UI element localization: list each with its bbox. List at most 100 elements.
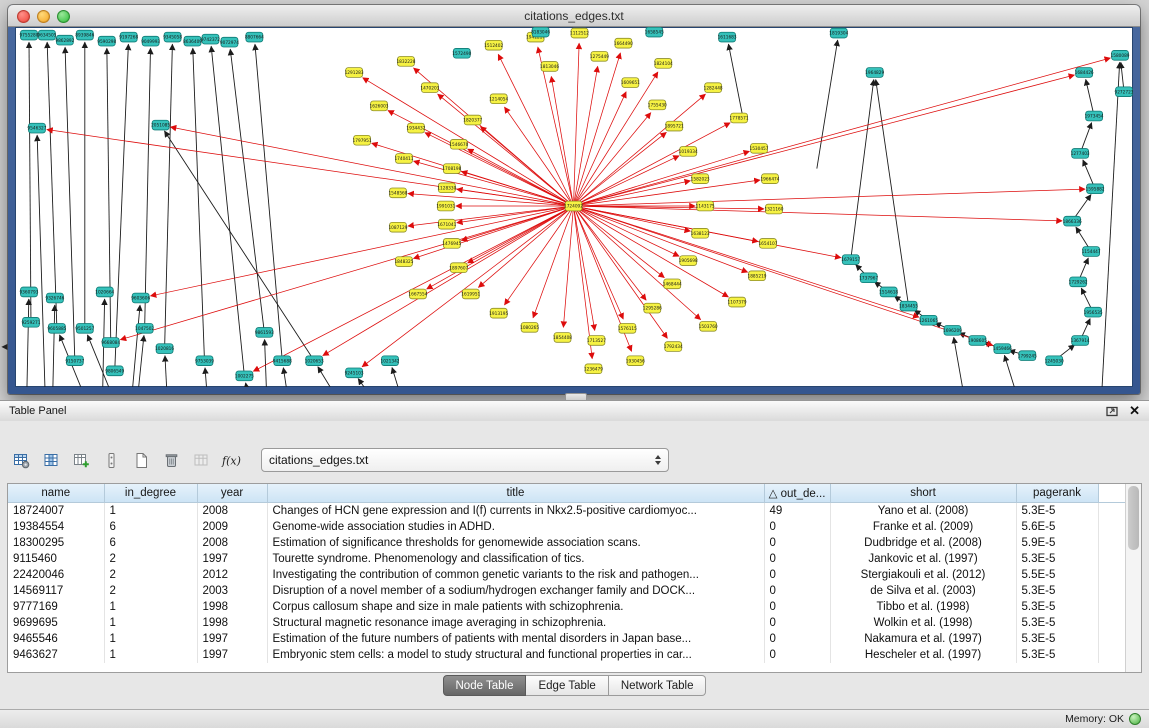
graph-node[interactable]: 1476945 (442, 239, 461, 249)
graph-node[interactable]: 1143175 (696, 201, 715, 211)
table-row[interactable]: 2242004622012Investigating the contribut… (8, 567, 1128, 583)
network-canvas[interactable]: 1724092181304612754491609651175543018957… (15, 27, 1133, 387)
graph-node[interactable]: 1684426 (1075, 68, 1094, 78)
graph-node[interactable]: 9742372 (201, 34, 220, 44)
graph-node[interactable]: 1459466 (993, 344, 1012, 354)
graph-node[interactable]: 1047502 (135, 323, 154, 333)
graph-node[interactable]: 1291283 (345, 68, 364, 78)
table-row[interactable]: 969969511998Structural magnetic resonanc… (8, 615, 1128, 631)
graph-node[interactable]: 1020653 (305, 356, 324, 366)
graph-node[interactable]: 9603606 (131, 293, 150, 303)
tab-node-table[interactable]: Node Table (443, 675, 527, 696)
graph-node[interactable]: 9415688 (273, 356, 292, 366)
column-header-6[interactable]: pagerank (1016, 484, 1098, 503)
graph-node[interactable]: 1824104 (654, 59, 673, 69)
vertical-scrollbar[interactable] (1125, 484, 1141, 672)
graph-node[interactable]: 1729262 (1069, 277, 1088, 287)
graph-node[interactable]: 1737967 (859, 273, 878, 283)
graph-node[interactable]: 1797951 (353, 135, 372, 145)
close-button[interactable] (17, 10, 30, 23)
table-row[interactable]: 911546021997Tourette syndrome. Phenomeno… (8, 551, 1128, 567)
graph-node[interactable]: 1512402 (484, 40, 503, 50)
graph-node[interactable]: 1792434 (664, 342, 683, 352)
graph-node[interactable]: 1087129 (388, 222, 407, 232)
graph-node[interactable]: 1020664 (95, 287, 114, 297)
table-row[interactable]: 1872400712008Changes of HCN gene express… (8, 503, 1128, 520)
graph-node[interactable]: 9861593 (255, 328, 274, 338)
graph-node[interactable]: 1572490 (452, 48, 471, 58)
graph-node[interactable]: 1638123 (691, 228, 710, 238)
graph-node[interactable]: 9049993 (141, 36, 160, 46)
column-visibility-icon[interactable] (38, 447, 65, 474)
graph-node[interactable]: 1468444 (663, 279, 682, 289)
graph-node[interactable]: 1619951 (461, 289, 480, 299)
table-row[interactable]: 1830029562008Estimation of significance … (8, 535, 1128, 551)
graph-node[interactable]: 1740411 (394, 154, 413, 164)
graph-node[interactable]: 1708198 (442, 164, 461, 174)
graph-node[interactable]: 1611683 (718, 32, 737, 42)
graph-node[interactable]: 1261065 (919, 315, 938, 325)
graph-node[interactable]: 1214054 (489, 94, 508, 104)
graph-node[interactable]: 1930456 (626, 356, 645, 366)
graph-node[interactable]: 1964829 (865, 68, 884, 78)
graph-node[interactable]: 1866336 (1063, 216, 1082, 226)
graph-node[interactable]: 8807664 (245, 32, 264, 42)
table-row[interactable]: 946362711997Embryonic stem cells: a mode… (8, 647, 1128, 663)
minimize-button[interactable] (37, 10, 50, 23)
graph-node[interactable]: 1107379 (728, 297, 747, 307)
graph-node[interactable]: 1548568 (388, 188, 407, 198)
graph-node[interactable]: 8939846 (75, 30, 94, 40)
window-titlebar[interactable]: citations_edges.txt (8, 5, 1140, 27)
graph-node[interactable]: 1834455 (899, 301, 918, 311)
graph-node[interactable]: 1002275 (235, 371, 254, 381)
graph-node[interactable]: 1799245 (1018, 351, 1037, 361)
graph-node[interactable]: 9590298 (97, 36, 116, 46)
graph-node[interactable]: 9753039 (195, 356, 214, 366)
graph-node[interactable]: 1295286 (643, 303, 662, 313)
graph-node[interactable]: 1080265 (520, 322, 539, 332)
graph-node[interactable]: 1019334 (679, 147, 698, 157)
graph-node[interactable]: 9605885 (47, 323, 66, 333)
graph-node[interactable]: 1514618 (879, 287, 898, 297)
new-table-icon[interactable] (128, 447, 155, 474)
graph-node[interactable]: 1897607 (449, 263, 468, 273)
zoom-button[interactable] (57, 10, 70, 23)
scrollbar-thumb[interactable] (1128, 486, 1139, 550)
graph-node[interactable]: 1282448 (704, 83, 723, 93)
graph-node[interactable]: 1503760 (699, 321, 718, 331)
graph-node[interactable]: 9501257 (75, 323, 94, 333)
graph-node[interactable]: 1582023 (691, 174, 710, 184)
graph-node[interactable]: 1671041 (437, 219, 456, 229)
graph-node[interactable]: 1913195 (489, 308, 508, 318)
graph-node[interactable]: 1576115 (618, 323, 637, 333)
tab-edge-table[interactable]: Edge Table (526, 675, 608, 696)
graph-node[interactable]: 1973454 (1085, 111, 1104, 121)
column-header-2[interactable]: year (197, 484, 267, 503)
graph-node[interactable]: 1546670 (449, 139, 468, 149)
graph-node[interactable]: 9862892 (55, 35, 74, 45)
graph-node[interactable]: 9197268 (119, 32, 138, 42)
graph-node[interactable]: 1854408 (553, 333, 572, 343)
graph-node[interactable]: 9272723 (1115, 87, 1133, 97)
graph-node[interactable]: 1609651 (621, 78, 640, 88)
table-row[interactable]: 977716911998Corpus callosum shape and si… (8, 599, 1128, 615)
graph-node[interactable]: 1367914 (1071, 336, 1090, 346)
graph-node[interactable]: 9259271 (21, 317, 40, 327)
graph-node[interactable]: 9345058 (163, 32, 182, 42)
memory-status-icon[interactable] (1129, 713, 1141, 725)
graph-node[interactable]: 1820377 (463, 115, 482, 125)
graph-node[interactable]: 9072974 (220, 37, 239, 47)
graph-node[interactable]: 9245103 (345, 368, 364, 378)
table-row[interactable]: 946554611997Estimation of the future num… (8, 631, 1128, 647)
graph-node[interactable]: 1277403 (1071, 149, 1090, 159)
close-panel-icon[interactable]: ✕ (1129, 403, 1140, 419)
column-header-3[interactable]: title (267, 484, 764, 503)
graph-node[interactable]: 9806549 (105, 366, 124, 376)
graph-node[interactable]: 1778571 (730, 113, 749, 123)
graph-node[interactable]: 1236479 (584, 364, 603, 374)
graph-node[interactable]: 1885219 (748, 271, 767, 281)
graph-node[interactable]: 1696209 (943, 326, 962, 336)
graph-node[interactable]: 9668084 (101, 338, 120, 348)
float-panel-icon[interactable] (1106, 405, 1119, 417)
import-table-icon[interactable] (188, 447, 215, 474)
